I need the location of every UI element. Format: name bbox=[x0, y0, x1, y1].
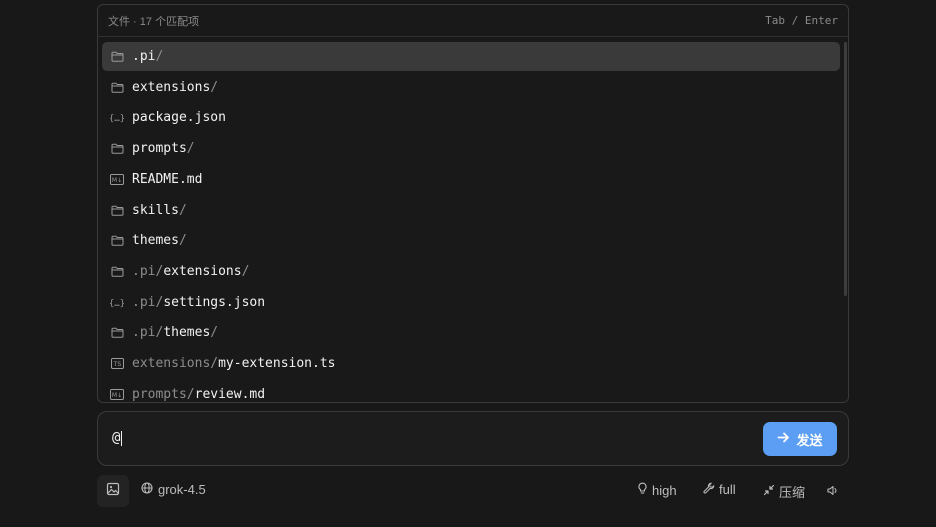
speaker-icon bbox=[827, 484, 839, 499]
image-icon bbox=[106, 482, 120, 501]
arrow-right-icon bbox=[777, 431, 790, 447]
keyboard-hint: Tab / Enter bbox=[765, 14, 838, 27]
file-item-name: skills bbox=[132, 202, 179, 218]
file-item-directory: .pi/ bbox=[132, 325, 164, 341]
file-item-trailing-slash: / bbox=[155, 49, 164, 64]
folder-icon bbox=[110, 81, 124, 93]
markdown-file-icon: M↓ bbox=[110, 388, 124, 400]
bottom-toolbar: grok-4.5 high full 压缩 bbox=[97, 475, 849, 507]
send-button-label: 发送 bbox=[796, 432, 823, 448]
wrench-icon bbox=[703, 482, 715, 497]
svg-text:M↓: M↓ bbox=[112, 392, 122, 399]
file-list-item[interactable]: extensions / bbox=[102, 73, 840, 102]
svg-text:TS: TS bbox=[112, 361, 121, 368]
file-list-scrollbar[interactable] bbox=[844, 42, 847, 296]
typescript-file-icon: TS bbox=[110, 358, 124, 370]
file-item-trailing-slash: / bbox=[178, 202, 187, 218]
compress-icon bbox=[763, 484, 775, 499]
file-item-name: themes bbox=[132, 233, 179, 249]
file-item-trailing-slash: / bbox=[186, 141, 195, 157]
file-list-item[interactable]: {…} .pi/settings.json bbox=[102, 288, 840, 317]
file-picker-popup: 文件 · 17 个匹配项 Tab / Enter .pi / extensions /… bbox=[97, 4, 849, 403]
file-list-item[interactable]: prompts / bbox=[102, 134, 840, 163]
file-list-item[interactable]: .pi/extensions / bbox=[102, 257, 840, 286]
svg-text:{…}: {…} bbox=[110, 299, 124, 308]
file-item-name: settings.json bbox=[163, 294, 266, 310]
file-item-name: .pi bbox=[132, 49, 156, 64]
svg-text:{…}: {…} bbox=[110, 114, 124, 123]
message-input-value: @ bbox=[112, 430, 121, 446]
file-list-item[interactable]: skills / bbox=[102, 196, 840, 225]
json-file-icon: {…} bbox=[110, 296, 124, 308]
file-item-name: my-extension.ts bbox=[218, 356, 336, 372]
file-item-trailing-slash: / bbox=[210, 79, 219, 95]
folder-icon bbox=[110, 51, 124, 63]
model-selector[interactable]: grok-4.5 bbox=[141, 482, 206, 497]
file-picker-header: 文件 · 17 个匹配项 Tab / Enter bbox=[98, 5, 848, 37]
file-item-trailing-slash: / bbox=[210, 325, 219, 341]
file-list-item[interactable]: {…} package.json bbox=[102, 103, 840, 132]
message-composer[interactable]: @ 发送 bbox=[97, 411, 849, 466]
access-mode-label: full bbox=[719, 482, 736, 497]
file-list-item[interactable]: .pi/themes / bbox=[102, 318, 840, 347]
file-list-item[interactable]: themes / bbox=[102, 226, 840, 255]
thinking-level-button[interactable]: high bbox=[637, 482, 677, 498]
file-item-directory: .pi/ bbox=[132, 264, 164, 280]
compact-label: 压缩 bbox=[779, 485, 806, 500]
file-item-directory: prompts/ bbox=[132, 386, 195, 402]
file-item-trailing-slash: / bbox=[241, 264, 250, 280]
file-list-item[interactable]: M↓ prompts/review.md bbox=[102, 380, 840, 402]
file-item-trailing-slash: / bbox=[178, 233, 187, 249]
speaker-button[interactable] bbox=[827, 484, 839, 499]
file-item-name: prompts bbox=[132, 141, 187, 157]
file-list-item[interactable]: TS extensions/my-extension.ts bbox=[102, 349, 840, 378]
access-mode-button[interactable]: full bbox=[703, 482, 736, 497]
file-item-name: README.md bbox=[132, 171, 203, 187]
match-count-label: 文件 · 17 个匹配项 bbox=[108, 15, 200, 28]
file-item-name: extensions bbox=[132, 79, 211, 95]
send-button[interactable]: 发送 bbox=[763, 422, 837, 456]
file-item-name: review.md bbox=[194, 386, 266, 402]
folder-icon bbox=[110, 235, 124, 247]
markdown-file-icon: M↓ bbox=[110, 173, 124, 185]
folder-icon bbox=[110, 327, 124, 339]
lightbulb-icon bbox=[637, 482, 648, 498]
file-item-name: extensions bbox=[163, 264, 242, 280]
compact-button[interactable]: 压缩 bbox=[763, 482, 805, 501]
file-item-name: package.json bbox=[132, 110, 226, 126]
file-list: .pi/extensions/{…}package.jsonprompts/M↓… bbox=[102, 42, 840, 402]
folder-icon bbox=[110, 266, 124, 278]
file-item-name: themes bbox=[163, 325, 211, 341]
file-list-item[interactable]: M↓ README.md bbox=[102, 165, 840, 194]
svg-text:M↓: M↓ bbox=[112, 177, 122, 184]
json-file-icon: {…} bbox=[110, 112, 124, 124]
attach-image-button[interactable] bbox=[97, 475, 129, 507]
thinking-level-label: high bbox=[652, 482, 677, 498]
folder-icon bbox=[110, 204, 124, 216]
globe-icon bbox=[141, 482, 153, 497]
file-list-item[interactable]: .pi / bbox=[102, 42, 840, 71]
file-item-directory: extensions/ bbox=[132, 356, 219, 372]
message-input[interactable]: @ bbox=[112, 430, 123, 446]
text-caret bbox=[121, 430, 123, 446]
file-item-directory: .pi/ bbox=[132, 294, 164, 310]
folder-icon bbox=[110, 143, 124, 155]
model-name: grok-4.5 bbox=[158, 482, 206, 497]
